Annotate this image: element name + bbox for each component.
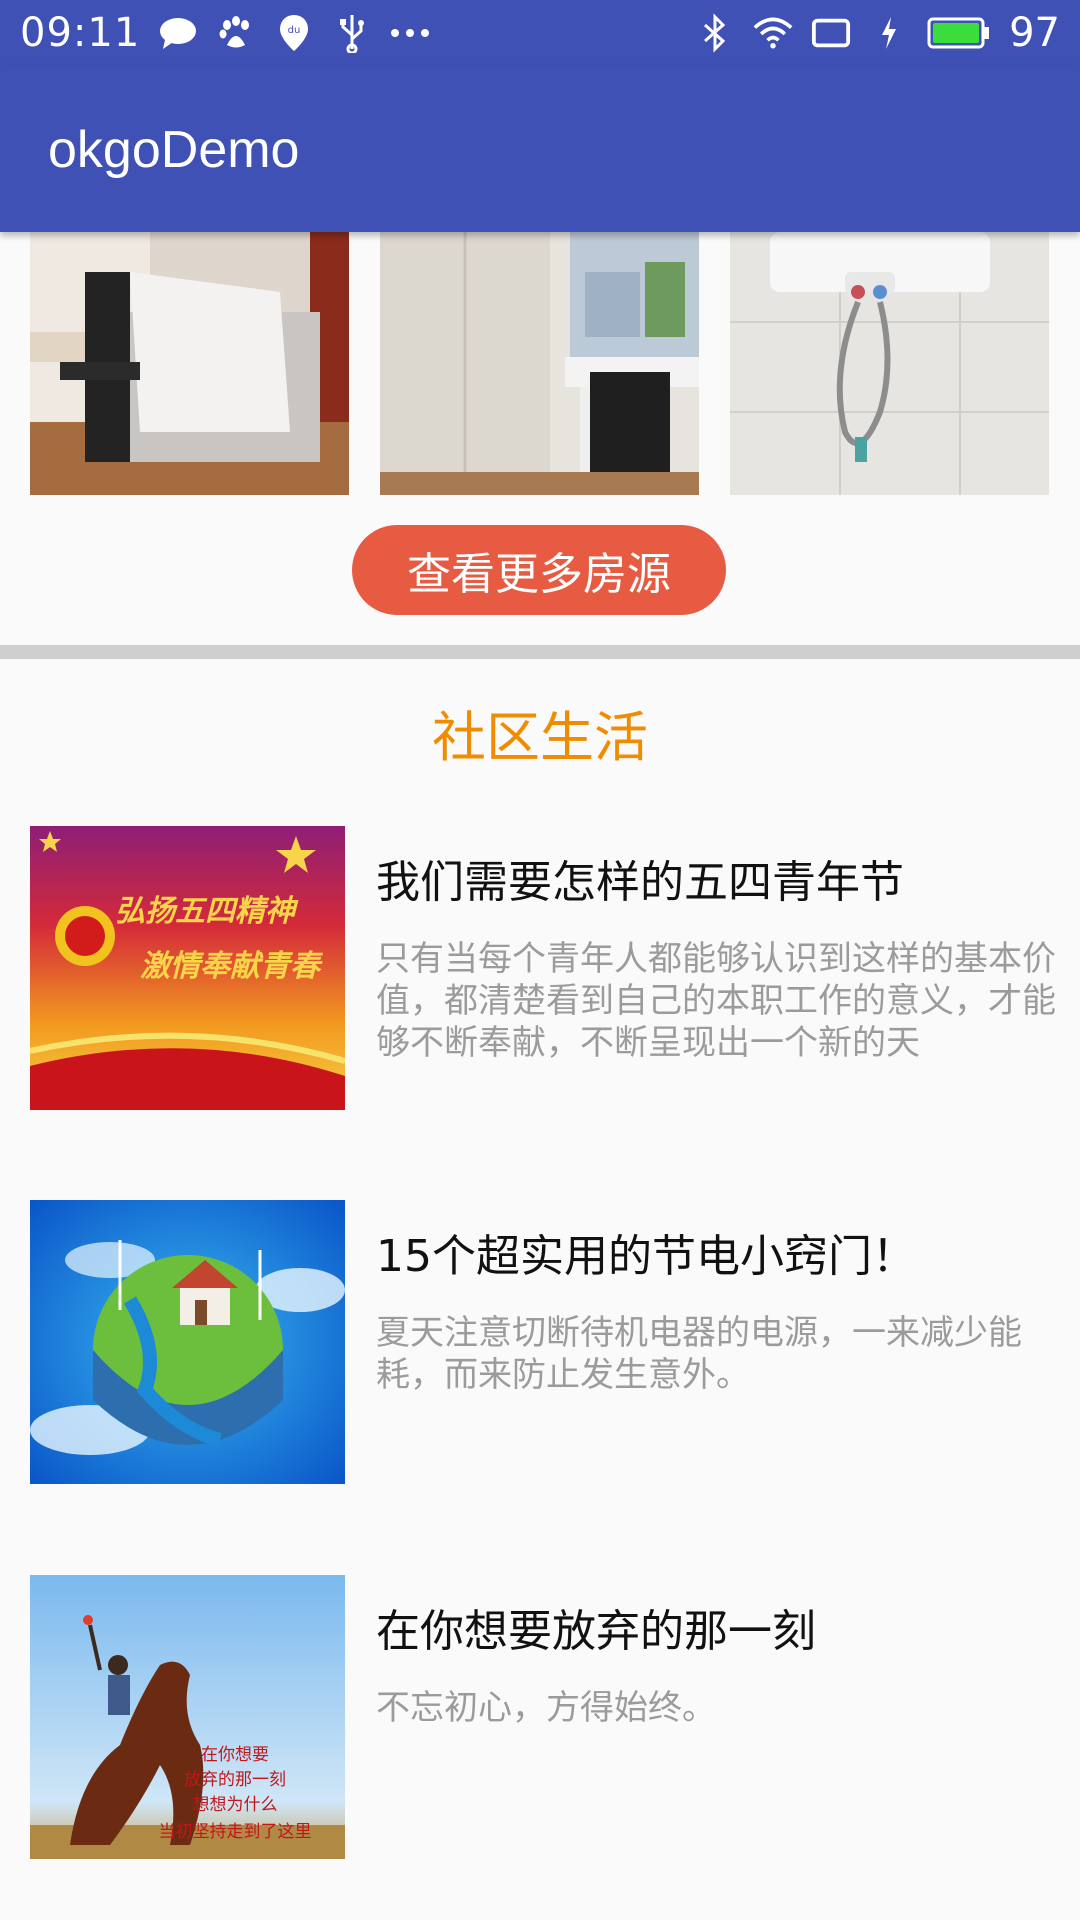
article-description: 只有当每个青年人都能够认识到这样的基本价值，都清楚看到自己的本职工作的意义，才能… [376, 939, 1056, 1063]
article-thumbnail: 弘扬五四精神 激情奉献青春 [30, 826, 345, 1110]
bathroom-photo[interactable] [730, 232, 1049, 495]
article-title: 我们需要怎样的五四青年节 [376, 857, 904, 908]
thumb-line-4: 当初坚持走到了这里 [159, 1822, 312, 1842]
thumb-slogan-2: 激情奉献青春 [140, 949, 324, 984]
more-dots-icon [390, 13, 430, 53]
status-bar: 09:11 du 97 [0, 0, 1080, 66]
wifi-icon [753, 13, 793, 53]
section-divider [0, 645, 1080, 659]
battery-level: 97 [1009, 10, 1060, 56]
desk-room-photo[interactable] [380, 232, 699, 495]
screen-rotate-icon [811, 13, 851, 53]
article-thumbnail: 在你想要 放弃的那一刻 想想为什么 当初坚持走到了这里 [30, 1575, 345, 1859]
battery-icon [927, 13, 991, 53]
thumb-line-3: 想想为什么 [193, 1795, 278, 1815]
article-item[interactable]: 15个超实用的节电小窍门！ 夏天注意切断待机电器的电源，一来减少能耗，而来防止发… [0, 1200, 1080, 1484]
charging-icon [869, 13, 909, 53]
app-toolbar: okgoDemo [0, 66, 1080, 232]
status-bar-right: 97 [695, 10, 1060, 56]
article-thumbnail [30, 1200, 345, 1484]
screen: 09:11 du 97 okgoDemo 查看更多房源 社区生活 弘扬五四精神 … [0, 0, 1080, 1920]
article-item[interactable]: 弘扬五四精神 激情奉献青春 我们需要怎样的五四青年节 只有当每个青年人都能够认识… [0, 826, 1080, 1110]
svg-text:du: du [288, 25, 301, 36]
usb-icon [332, 13, 372, 53]
article-item[interactable]: 在你想要 放弃的那一刻 想想为什么 当初坚持走到了这里 在你想要放弃的那一刻 不… [0, 1575, 1080, 1859]
more-listings-button[interactable]: 查看更多房源 [352, 525, 726, 615]
article-title: 15个超实用的节电小窍门！ [376, 1231, 916, 1282]
article-description: 不忘初心，方得始终。 [376, 1688, 716, 1728]
rooms-gallery [0, 232, 1080, 495]
location-pin-icon: du [274, 13, 314, 53]
article-description: 夏天注意切断待机电器的电源，一来减少能耗，而来防止发生意外。 [376, 1313, 1022, 1395]
status-bar-left: 09:11 du [20, 10, 430, 56]
message-icon [158, 13, 198, 53]
article-title: 在你想要放弃的那一刻 [376, 1606, 816, 1657]
status-time: 09:11 [20, 10, 141, 56]
baidu-paw-icon [216, 13, 256, 53]
app-title: okgoDemo [48, 121, 300, 179]
bedroom-photo[interactable] [30, 232, 349, 495]
community-section-title: 社区生活 [432, 706, 648, 769]
thumb-line-1: 在你想要 [201, 1745, 269, 1765]
thumb-slogan-1: 弘扬五四精神 [115, 894, 299, 929]
bluetooth-icon [695, 13, 735, 53]
thumb-line-2: 放弃的那一刻 [184, 1770, 286, 1790]
